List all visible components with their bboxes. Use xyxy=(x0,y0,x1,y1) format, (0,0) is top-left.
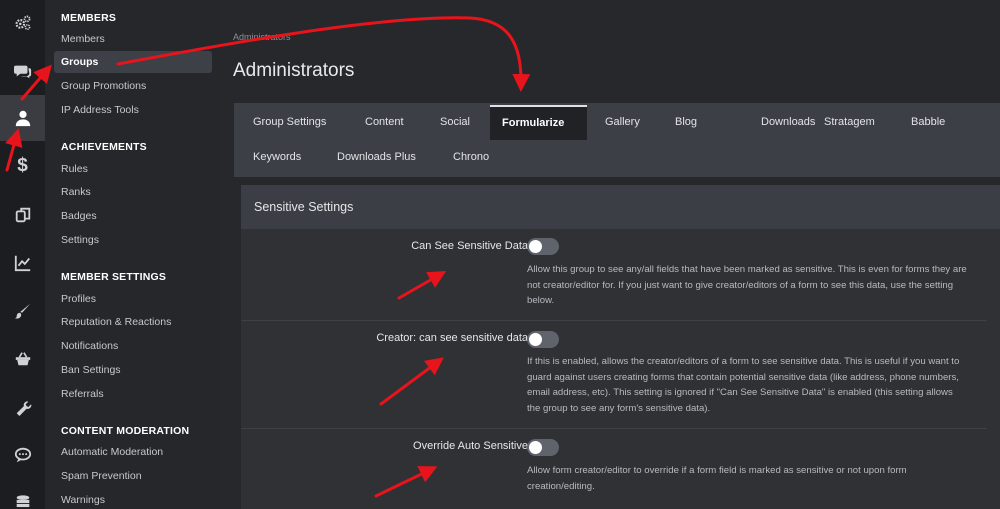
setting-divider xyxy=(241,320,987,321)
setting-desc-override-auto-sensitive: Allow form creator/editor to override if… xyxy=(527,465,907,492)
tab-chrono[interactable]: Chrono xyxy=(441,140,501,175)
tab-bar: Group Settings Content Social Formulariz… xyxy=(234,103,1000,177)
tab-gallery[interactable]: Gallery xyxy=(593,105,652,140)
database-icon[interactable] xyxy=(0,480,45,509)
menu-item-warnings[interactable]: Warnings xyxy=(54,489,212,509)
copy-icon[interactable] xyxy=(0,192,45,238)
toggle-override-auto-sensitive[interactable] xyxy=(527,439,559,456)
menu-item-spam-prevention[interactable]: Spam Prevention xyxy=(54,465,212,487)
menu-item-reputation-reactions[interactable]: Reputation & Reactions xyxy=(54,311,212,333)
setting-divider xyxy=(241,428,987,429)
toggle-knob xyxy=(529,441,542,454)
menu-item-rules[interactable]: Rules xyxy=(54,158,212,180)
settings-panel: Sensitive Settings Can See Sensitive Dat… xyxy=(241,185,1000,509)
tab-formularize[interactable]: Formularize xyxy=(490,105,587,140)
basket-icon[interactable] xyxy=(0,336,45,382)
menu-item-badges[interactable]: Badges xyxy=(54,205,212,227)
cogs-icon[interactable] xyxy=(0,0,45,46)
menu-item-notifications[interactable]: Notifications xyxy=(54,335,212,357)
tab-content[interactable]: Content xyxy=(353,105,416,140)
breadcrumb[interactable]: Administrators xyxy=(233,32,291,42)
tab-group-settings[interactable]: Group Settings xyxy=(241,105,338,140)
page-title: Administrators xyxy=(233,60,355,81)
toggle-knob xyxy=(529,333,542,346)
tab-stratagem[interactable]: Stratagem xyxy=(812,105,887,140)
menu-heading-achievements: ACHIEVEMENTS xyxy=(61,141,147,153)
user-icon[interactable] xyxy=(0,95,45,141)
menu-item-members[interactable]: Members xyxy=(54,28,212,50)
dollar-icon[interactable]: $ xyxy=(0,143,45,189)
setting-label-can-see-sensitive: Can See Sensitive Data xyxy=(411,240,528,252)
toggle-knob xyxy=(529,240,542,253)
comment-icon[interactable] xyxy=(0,432,45,478)
tab-babble[interactable]: Babble xyxy=(899,105,957,140)
menu-item-ip-address-tools[interactable]: IP Address Tools xyxy=(54,99,212,121)
setting-label-creator-sensitive: Creator: can see sensitive data xyxy=(376,332,528,344)
menu-heading-member-settings: MEMBER SETTINGS xyxy=(61,271,167,283)
tab-downloads-plus[interactable]: Downloads Plus xyxy=(325,140,428,175)
brush-icon[interactable] xyxy=(0,288,45,334)
menu-heading-content-moderation: CONTENT MODERATION xyxy=(61,425,190,437)
setting-desc-can-see-sensitive: Allow this group to see any/all fields t… xyxy=(527,264,967,306)
menu-item-referrals[interactable]: Referrals xyxy=(54,383,212,405)
menu-item-group-promotions[interactable]: Group Promotions xyxy=(54,75,212,97)
menu-item-profiles[interactable]: Profiles xyxy=(54,288,212,310)
menu-item-ban-settings[interactable]: Ban Settings xyxy=(54,359,212,381)
toggle-creator-sensitive[interactable] xyxy=(527,331,559,348)
menu-item-ranks[interactable]: Ranks xyxy=(54,181,212,203)
icon-rail: $ xyxy=(0,0,45,509)
menu-item-settings[interactable]: Settings xyxy=(54,229,212,251)
chat-icon[interactable] xyxy=(0,48,45,94)
tab-keywords[interactable]: Keywords xyxy=(241,140,313,175)
wrench-icon[interactable] xyxy=(0,384,45,430)
admin-menu: MEMBERS Members Groups Group Promotions … xyxy=(45,0,220,509)
section-heading: Sensitive Settings xyxy=(241,185,1000,229)
tab-social[interactable]: Social xyxy=(428,105,482,140)
setting-desc-creator-sensitive: If this is enabled, allows the creator/e… xyxy=(527,356,960,414)
toggle-can-see-sensitive[interactable] xyxy=(527,238,559,255)
menu-heading-members: MEMBERS xyxy=(61,12,117,24)
menu-item-groups[interactable]: Groups xyxy=(54,51,212,73)
menu-item-automatic-moderation[interactable]: Automatic Moderation xyxy=(54,441,212,463)
main-content: Administrators Administrators Group Sett… xyxy=(220,0,1000,509)
chart-icon[interactable] xyxy=(0,240,45,286)
tab-blog[interactable]: Blog xyxy=(663,105,709,140)
setting-label-override-auto-sensitive: Override Auto Sensitive xyxy=(413,440,528,452)
